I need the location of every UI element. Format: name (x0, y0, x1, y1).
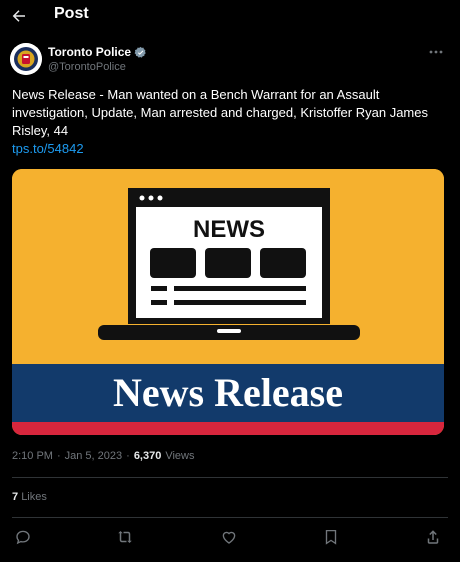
divider (12, 477, 448, 478)
media-headline: NEWS (193, 216, 265, 243)
arrow-left-icon[interactable] (10, 7, 28, 25)
bookmark-icon[interactable] (322, 528, 340, 546)
top-bar: Post (0, 0, 460, 32)
page-title: Post (54, 5, 89, 22)
likes-label: Likes (21, 491, 47, 503)
post-link[interactable]: tps.to/54842 (12, 141, 84, 156)
share-icon[interactable] (424, 528, 442, 546)
media-banner-text: News Release (113, 370, 343, 415)
divider (12, 517, 448, 518)
meta-separator: · (56, 450, 61, 462)
toronto-police-crest-icon (10, 43, 42, 75)
likes-stat[interactable]: 7 Likes (12, 491, 47, 503)
reply-icon[interactable] (14, 528, 32, 546)
likes-count: 7 (12, 491, 19, 503)
author-name-row: Toronto Police (48, 45, 147, 59)
display-name[interactable]: Toronto Police (48, 45, 131, 59)
avatar[interactable] (10, 43, 42, 75)
views-label: Views (165, 450, 195, 462)
post-time[interactable]: 2:10 PM (12, 450, 53, 462)
like-icon[interactable] (220, 528, 238, 546)
post-text: News Release - Man wanted on a Bench War… (12, 87, 428, 138)
post-date[interactable]: Jan 5, 2023 (65, 450, 123, 462)
verified-badge-icon (134, 46, 146, 58)
post-meta: 2:10 PM · Jan 5, 2023 · 6,370 Views (12, 450, 195, 462)
repost-icon[interactable] (116, 528, 134, 546)
author-handle[interactable]: @TorontoPolice (48, 61, 126, 73)
more-options-icon[interactable] (428, 49, 444, 55)
meta-separator: · (126, 450, 130, 462)
action-bar (0, 520, 460, 552)
post-media-image[interactable]: NEWS News Release (12, 169, 444, 435)
views-count: 6,370 (133, 450, 162, 462)
